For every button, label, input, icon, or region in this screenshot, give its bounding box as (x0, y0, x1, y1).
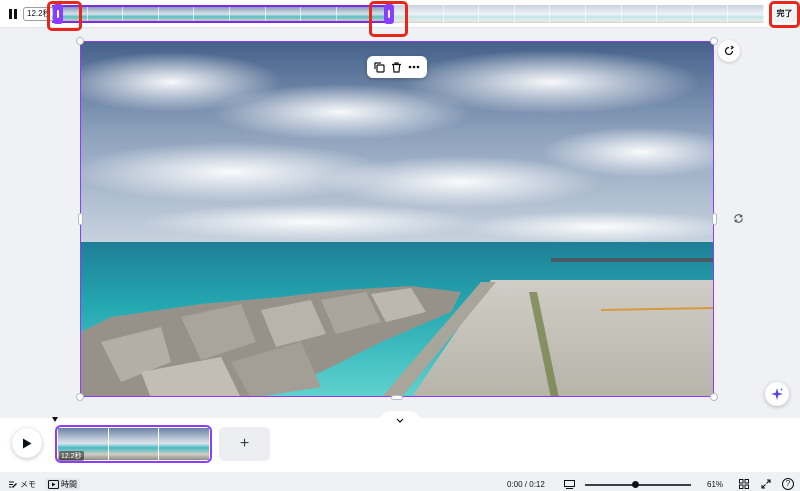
memo-button[interactable]: メモ (8, 478, 36, 490)
zoom-slider-knob[interactable] (632, 481, 639, 488)
highlight-trim-end (369, 1, 408, 37)
magic-icon[interactable] (765, 382, 789, 406)
trim-selection (52, 5, 392, 23)
video-canvas[interactable] (80, 41, 714, 397)
chevron-down-icon[interactable] (380, 411, 420, 423)
copy-icon[interactable] (373, 60, 387, 74)
refresh-icon[interactable] (718, 40, 740, 62)
highlight-trim-start (47, 1, 82, 31)
time-counter: 0:00 / 0:12 (507, 479, 545, 489)
slide-icon[interactable] (563, 478, 575, 490)
memo-icon (9, 481, 17, 488)
play-button[interactable] (12, 428, 42, 458)
resize-handle-tl[interactable] (76, 37, 84, 45)
help-label: ? (785, 479, 791, 488)
add-clip-button[interactable]: + (219, 427, 270, 461)
footer-bar: メモ 時間 0:00 / 0:12 61% ? (0, 476, 800, 491)
beach-video-frame (81, 42, 713, 396)
help-icon[interactable]: ? (782, 478, 794, 490)
trash-icon[interactable] (390, 60, 404, 74)
resize-handle-br[interactable] (710, 393, 718, 401)
time-icon (48, 479, 59, 489)
zoom-value: 61% (707, 479, 724, 489)
memo-label: メモ (20, 479, 36, 489)
highlight-done (769, 1, 800, 28)
play-icon (23, 438, 32, 448)
resize-handle-tr[interactable] (710, 37, 718, 45)
time-button[interactable]: 時間 (45, 478, 80, 490)
rotate-icon[interactable] (729, 209, 747, 227)
trimmed-region (392, 5, 764, 23)
pause-icon[interactable] (9, 9, 18, 19)
resize-handle-left[interactable] (78, 213, 83, 225)
grid-icon[interactable] (738, 478, 750, 490)
element-toolbar (367, 56, 427, 78)
trim-strip[interactable] (52, 5, 764, 23)
playhead-marker[interactable] (52, 417, 58, 422)
resize-handle-bottom[interactable] (391, 395, 403, 400)
clip-duration: 12.2秒 (59, 451, 84, 461)
time-label: 時間 (61, 479, 77, 489)
resize-handle-bl[interactable] (76, 393, 84, 401)
more-icon[interactable] (407, 60, 421, 74)
expand-icon[interactable] (760, 478, 772, 490)
resize-handle-right[interactable] (712, 213, 717, 225)
